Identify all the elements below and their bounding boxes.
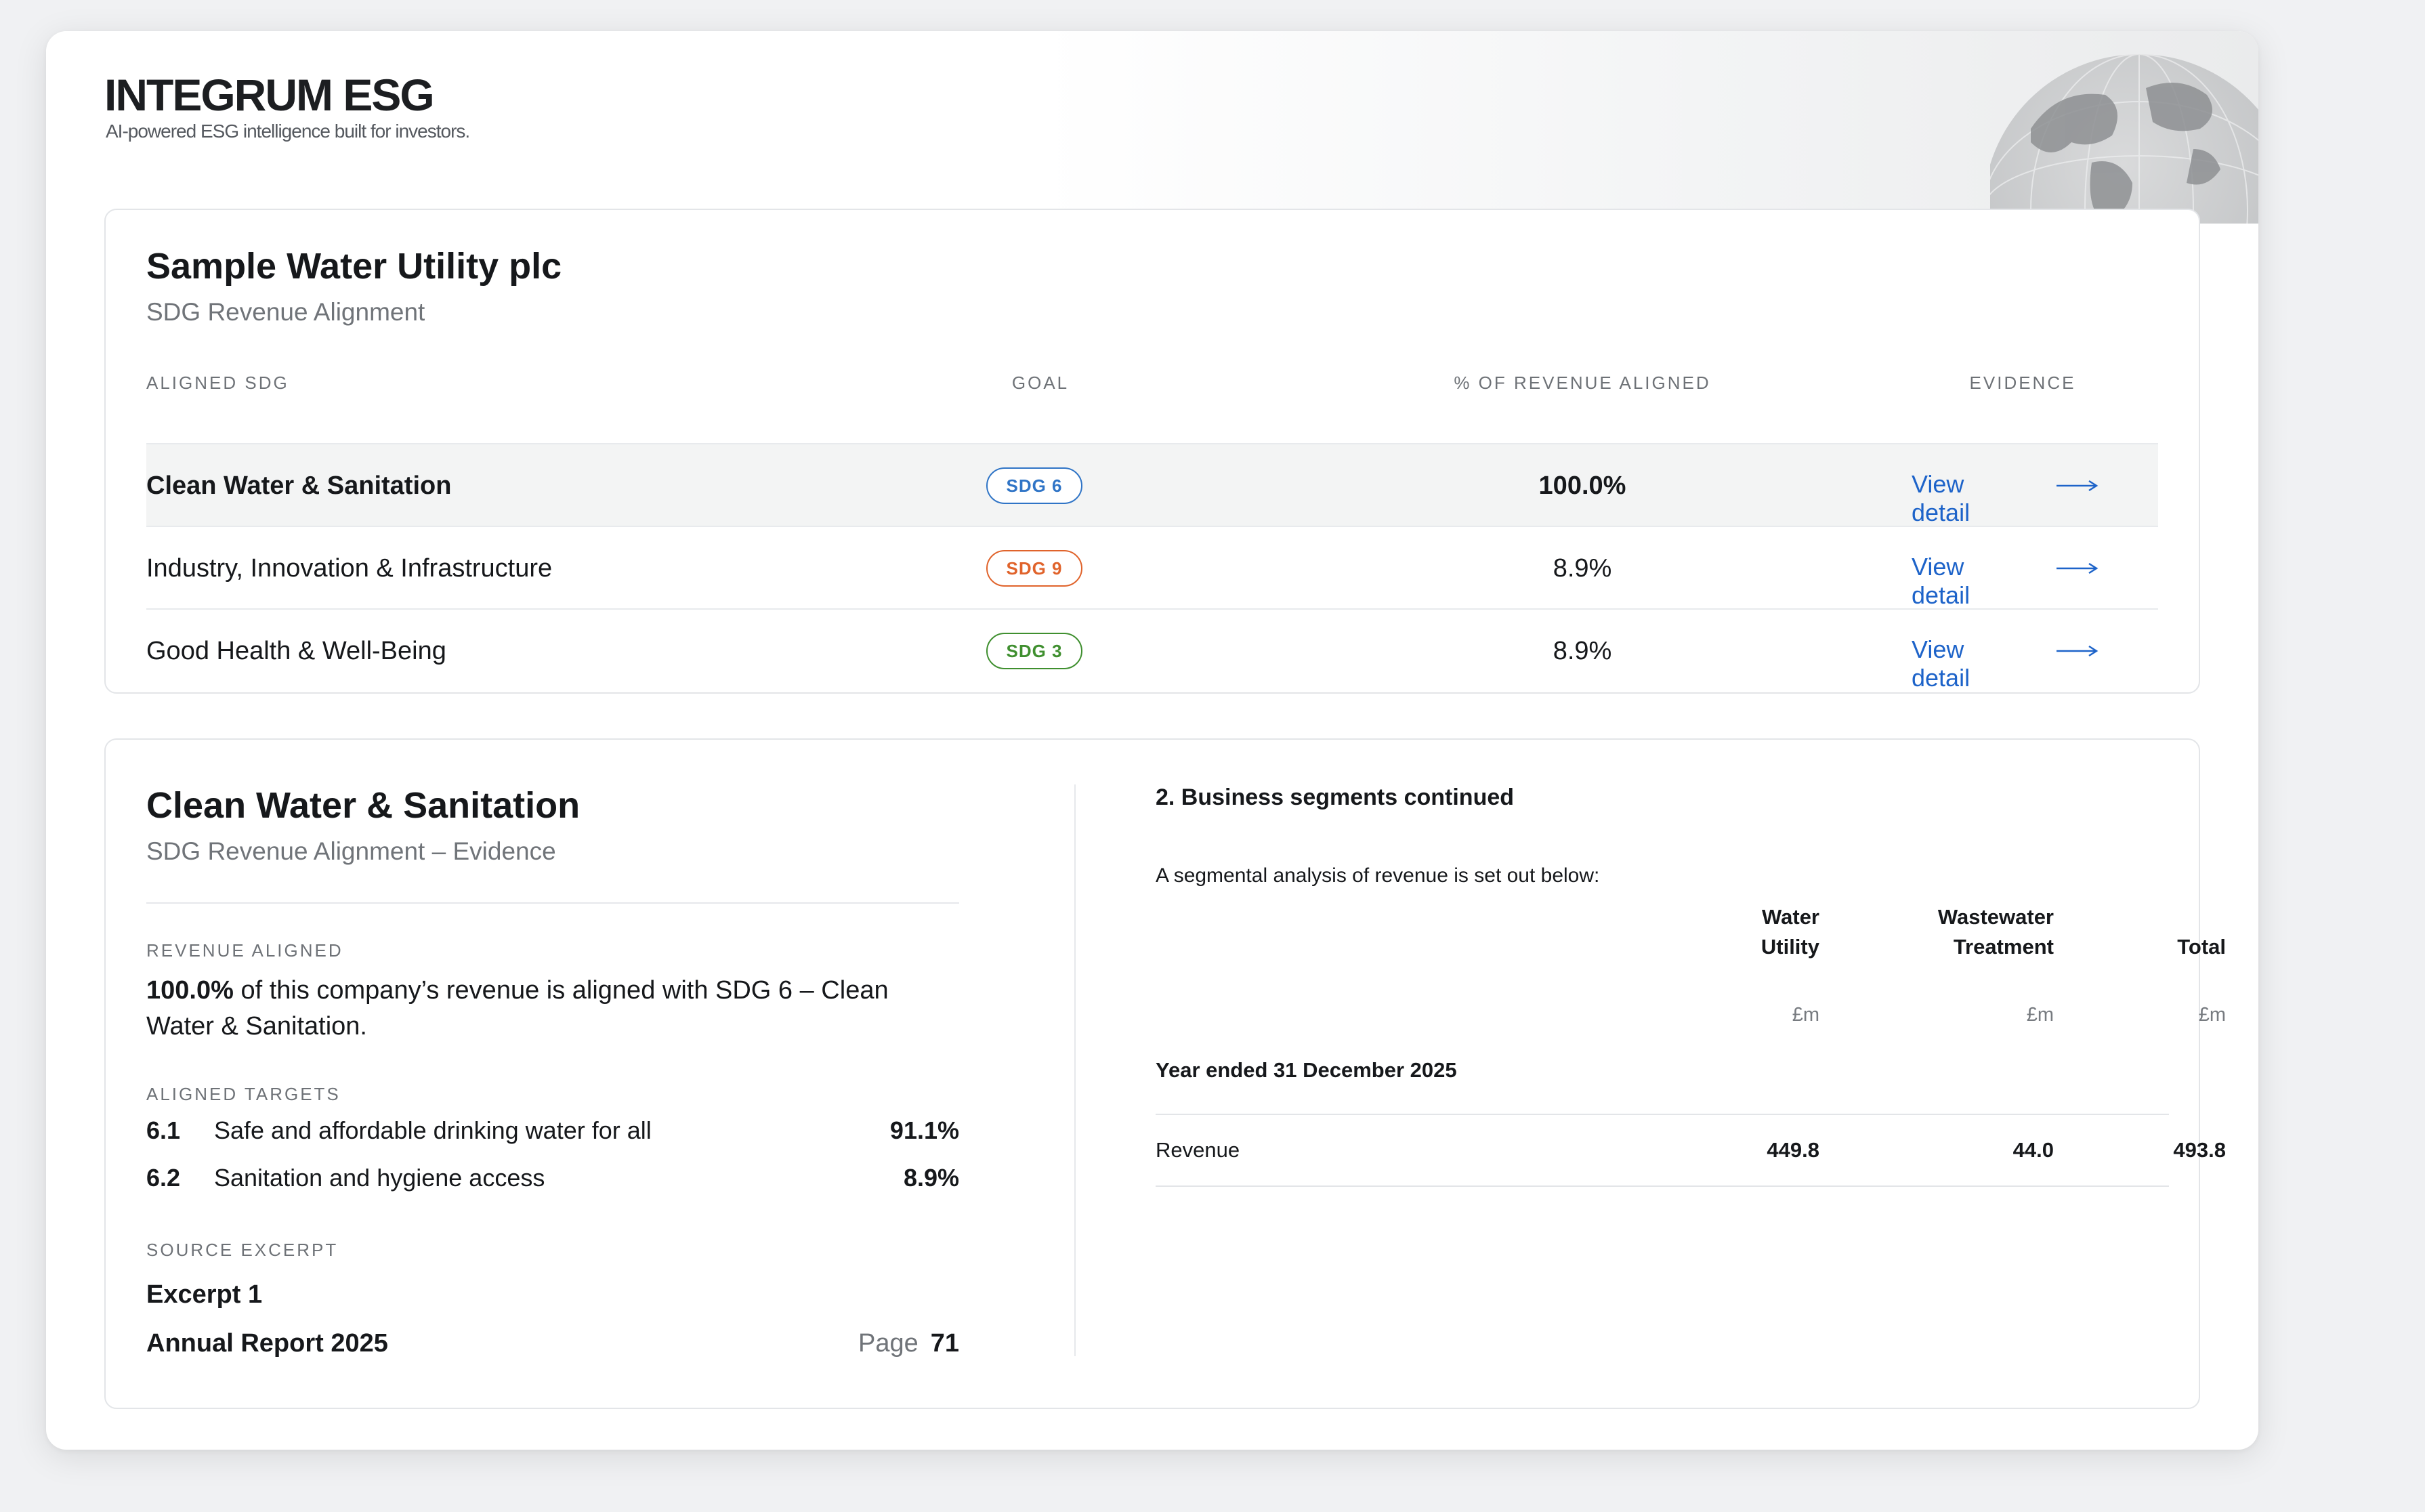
view-detail-link[interactable]: View detail	[1912, 470, 1993, 527]
unit-label: £m	[2198, 1004, 2226, 1026]
excerpt-heading: 2. Business segments continued	[1156, 784, 1515, 810]
unit-label: £m	[1792, 1004, 1819, 1026]
revenue-aligned-description: of this company’s revenue is aligned wit…	[146, 976, 889, 1041]
table-rule	[1156, 1185, 2169, 1187]
table-row[interactable]: Clean Water & Sanitation SDG 6 100.0% Vi…	[146, 443, 2158, 526]
sdg-name: Good Health & Well-Being	[146, 637, 446, 665]
vertical-divider	[1074, 784, 1076, 1356]
period-label: Year ended 31 December 2025	[1156, 1058, 1457, 1082]
sdg-name: Clean Water & Sanitation	[146, 471, 452, 500]
view-detail-link[interactable]: View detail	[1912, 635, 1993, 692]
target-pct: 8.9%	[903, 1164, 959, 1192]
target-number: 6.1	[146, 1116, 181, 1144]
revenue-pct: 8.9%	[1553, 637, 1612, 665]
revenue-aligned-text: 100.0% of this company’s revenue is alig…	[146, 973, 959, 1045]
target-label: Safe and affordable drinking water for a…	[214, 1116, 652, 1144]
source-excerpt-label: SOURCE EXCERPT	[146, 1240, 339, 1260]
arrow-right-icon[interactable]	[2055, 645, 2099, 657]
page-reference: Page 71	[858, 1329, 959, 1358]
column-header-line: Treatment	[1953, 935, 2054, 959]
excerpt-intro: A segmental analysis of revenue is set o…	[1156, 864, 1600, 887]
app-window: INTEGRUM ESG AI-powered ESG intelligence…	[46, 31, 2258, 1450]
globe-icon	[1990, 54, 2258, 224]
evidence-title: Clean Water & Sanitation	[146, 785, 581, 826]
target-number: 6.2	[146, 1164, 181, 1192]
excerpt-title: Excerpt 1	[146, 1280, 263, 1309]
table-row[interactable]: Good Health & Well-Being SDG 3 8.9% View…	[146, 608, 2158, 692]
revenue-pct: 8.9%	[1553, 554, 1612, 583]
wastewater-revenue: 44.0	[2012, 1138, 2054, 1162]
column-header-water-utility: Water Utility	[1664, 902, 1819, 962]
total-revenue: 493.8	[2173, 1138, 2226, 1162]
column-header-line: Wastewater	[1937, 905, 2054, 929]
column-header-line: Utility	[1760, 935, 1819, 959]
target-label: Sanitation and hygiene access	[214, 1164, 545, 1192]
revenue-row-label: Revenue	[1156, 1138, 1240, 1162]
arrow-right-icon[interactable]	[2055, 480, 2099, 492]
view-detail-link[interactable]: View detail	[1912, 553, 1993, 610]
arrow-right-icon[interactable]	[2055, 562, 2099, 574]
table-row[interactable]: Industry, Innovation & Infrastructure SD…	[146, 526, 2158, 610]
summary-subtitle: SDG Revenue Alignment	[146, 298, 425, 326]
column-header-goal: GOAL	[1011, 373, 1070, 393]
page-label: Page	[858, 1329, 919, 1358]
column-header-aligned-sdg: ALIGNED SDG	[146, 373, 289, 393]
brand-tagline: AI-powered ESG intelligence built for in…	[106, 121, 470, 142]
revenue-pct: 100.0%	[1538, 471, 1626, 500]
sdg-name: Industry, Innovation & Infrastructure	[146, 554, 553, 583]
aligned-targets-label: ALIGNED TARGETS	[146, 1084, 341, 1104]
unit-label: £m	[2026, 1004, 2054, 1026]
evidence-subtitle: SDG Revenue Alignment – Evidence	[146, 837, 556, 865]
sdg-summary-card: Sample Water Utility plc SDG Revenue Ali…	[104, 209, 2200, 694]
table-rule	[1156, 1114, 2169, 1115]
revenue-aligned-label: REVENUE ALIGNED	[146, 940, 343, 961]
divider	[146, 902, 959, 904]
column-header-evidence: EVIDENCE	[1969, 373, 2076, 393]
goal-badge: SDG 6	[986, 467, 1082, 504]
column-header-revenue-aligned: % OF REVENUE ALIGNED	[1454, 373, 1711, 393]
report-name: Annual Report 2025	[146, 1329, 388, 1358]
column-header-total: Total	[2177, 935, 2226, 959]
goal-badge: SDG 9	[986, 550, 1082, 587]
brand-logo: INTEGRUM ESG	[104, 70, 435, 120]
app-header: INTEGRUM ESG AI-powered ESG intelligence…	[46, 31, 2258, 224]
target-pct: 91.1%	[889, 1116, 959, 1144]
revenue-aligned-pct: 100.0%	[146, 976, 234, 1005]
company-name: Sample Water Utility plc	[146, 246, 562, 287]
column-header-line: Water	[1762, 905, 1819, 929]
page-number: 71	[930, 1329, 959, 1358]
column-header-wastewater: Wastewater Treatment	[1867, 902, 2054, 962]
evidence-card: Clean Water & Sanitation SDG Revenue Ali…	[104, 738, 2226, 1409]
water-utility-revenue: 449.8	[1767, 1138, 1819, 1162]
goal-badge: SDG 3	[986, 633, 1082, 669]
